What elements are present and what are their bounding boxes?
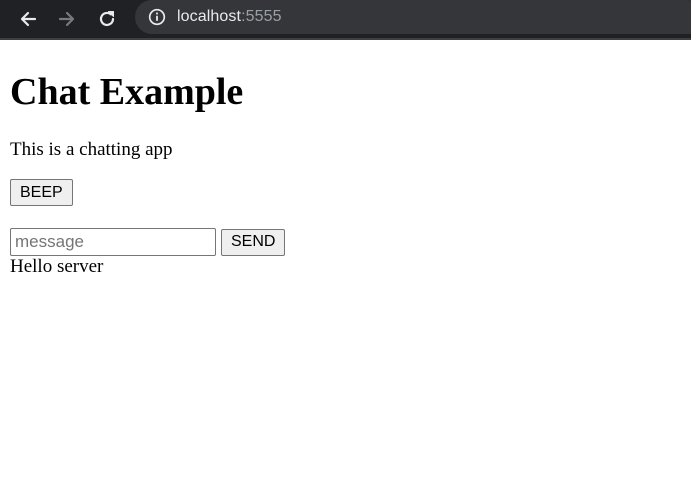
- browser-toolbar: localhost:5555: [0, 0, 691, 40]
- url-host: localhost: [177, 8, 242, 25]
- message-item: Hello server: [10, 256, 104, 277]
- send-button[interactable]: SEND: [221, 228, 286, 256]
- reload-icon: [99, 11, 115, 26]
- forward-arrow-icon: [58, 11, 75, 27]
- message-form: SEND: [10, 228, 681, 256]
- reload-button[interactable]: [92, 4, 122, 34]
- address-bar[interactable]: localhost:5555: [135, 0, 691, 34]
- forward-button[interactable]: [52, 4, 82, 34]
- beep-row: BEEP: [10, 179, 681, 206]
- back-arrow-icon: [20, 11, 37, 27]
- message-list: Hello server: [10, 256, 681, 278]
- page-content: Chat Example This is a chatting app BEEP…: [0, 70, 691, 278]
- info-icon[interactable]: [147, 7, 167, 27]
- message-input[interactable]: [10, 228, 216, 256]
- url-text: localhost:5555: [177, 8, 282, 26]
- url-port: :5555: [241, 8, 282, 25]
- back-button[interactable]: [13, 4, 43, 34]
- beep-button[interactable]: BEEP: [10, 179, 73, 206]
- page-title: Chat Example: [10, 71, 244, 113]
- intro-text: This is a chatting app: [10, 139, 173, 160]
